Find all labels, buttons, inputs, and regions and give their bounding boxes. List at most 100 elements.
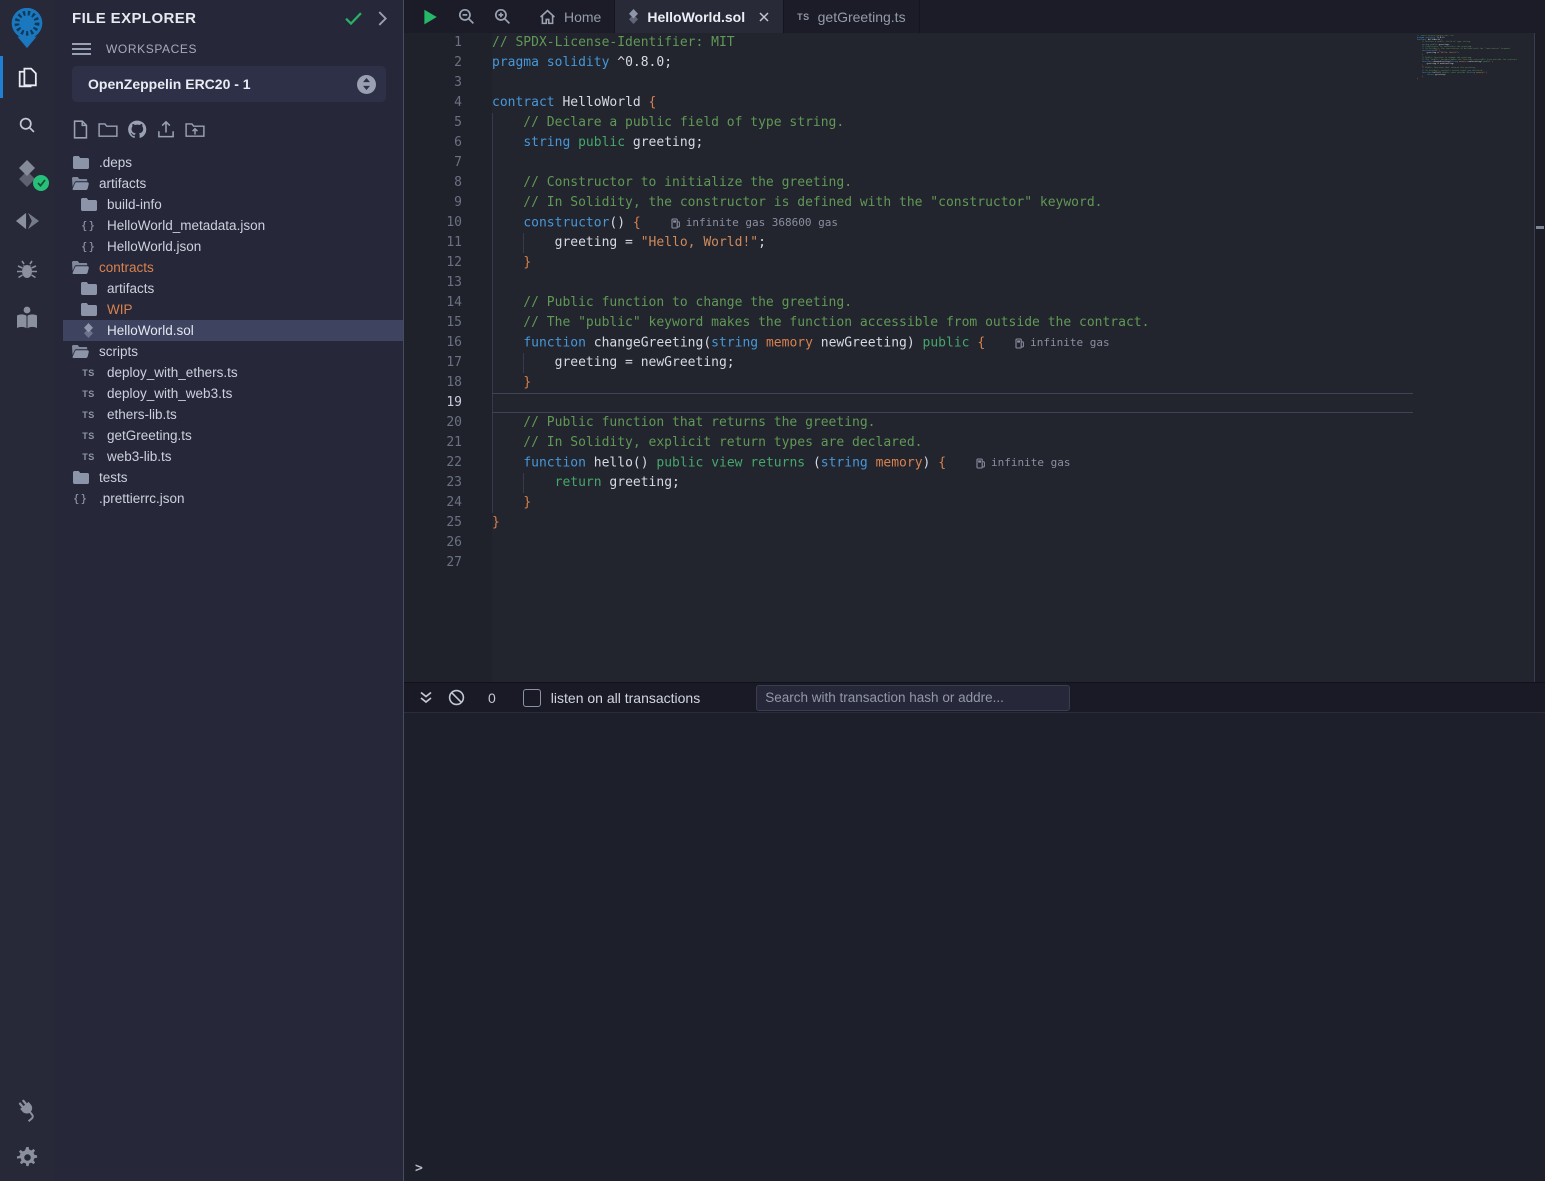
terminal-search-input[interactable] (756, 685, 1070, 711)
line-number: 27 (404, 553, 492, 573)
tree-item-label: HelloWorld.json (107, 239, 201, 254)
clear-console-icon[interactable] (448, 689, 465, 706)
tree-item-label: .prettierrc.json (99, 491, 185, 506)
line-number: 3 (404, 73, 492, 93)
tab-strip: Home HelloWorld.sol TSgetGreeting.ts (526, 0, 920, 33)
learneth-icon[interactable] (0, 293, 54, 341)
folder-open-icon (72, 177, 89, 190)
workspace-name: OpenZeppelin ERC20 - 1 (88, 76, 357, 92)
code-line: return greeting; (492, 473, 1412, 493)
code-line: // Public function to change the greetin… (492, 293, 1412, 313)
tree-folder[interactable]: WIP (63, 299, 403, 320)
folder-icon (72, 156, 89, 169)
tab-label: HelloWorld.sol (647, 9, 745, 25)
tree-file[interactable]: {}HelloWorld_metadata.json (63, 215, 403, 236)
tree-folder[interactable]: tests (63, 467, 403, 488)
tree-file[interactable]: {}.prettierrc.json (63, 488, 403, 509)
expand-terminal-icon[interactable] (419, 691, 433, 704)
zoom-in-icon[interactable] (494, 8, 511, 25)
code-line: // Constructor to initialize the greetin… (492, 173, 1412, 193)
gas-estimate-badge: infinite gas 368600 gas (671, 213, 838, 233)
code-line: // SPDX-License-Identifier: MIT (492, 33, 1412, 53)
home-icon (539, 9, 556, 25)
code-line: } (492, 513, 1412, 533)
deploy-run-icon[interactable] (0, 197, 54, 245)
tree-folder[interactable]: contracts (63, 257, 403, 278)
code-line: // Declare a public field of type string… (492, 113, 1412, 133)
workspace-select[interactable]: OpenZeppelin ERC20 - 1 (72, 66, 386, 102)
terminal-bar: 0 listen on all transactions (404, 682, 1545, 712)
github-icon[interactable] (127, 120, 147, 139)
activity-bar (0, 0, 54, 1181)
tree-file[interactable]: {}HelloWorld.json (63, 236, 403, 257)
tree-item-label: .deps (99, 155, 132, 170)
tree-item-label: deploy_with_ethers.ts (107, 365, 238, 380)
chevron-right-icon[interactable] (378, 11, 387, 26)
tree-file[interactable]: TS getGreeting.ts (63, 425, 403, 446)
remix-ide-window: FILE EXPLORER WORKSPACES OpenZeppelin ER… (0, 0, 1545, 1181)
run-icon[interactable] (421, 8, 439, 26)
zoom-out-icon[interactable] (458, 8, 475, 25)
listen-transactions-checkbox[interactable] (523, 689, 541, 707)
line-number: 8 (404, 173, 492, 193)
line-number: 24 (404, 493, 492, 513)
tree-folder[interactable]: artifacts (63, 173, 403, 194)
tab-helloworld-sol[interactable]: HelloWorld.sol (615, 0, 784, 33)
line-number: 6 (404, 133, 492, 153)
line-number: 16 (404, 333, 492, 353)
tree-item-label: HelloWorld_metadata.json (107, 218, 265, 233)
remix-logo-icon[interactable] (4, 3, 50, 51)
code-line (492, 533, 1412, 553)
tree-file[interactable]: TSdeploy_with_web3.ts (63, 383, 403, 404)
hamburger-menu-icon[interactable] (72, 42, 91, 56)
line-number: 22 (404, 453, 492, 473)
tree-item-label: contracts (99, 260, 154, 275)
tree-file[interactable]: TSweb3-lib.ts (63, 446, 403, 467)
debugger-icon[interactable] (0, 245, 54, 293)
plugin-manager-icon[interactable] (0, 1085, 54, 1133)
search-icon[interactable] (0, 101, 54, 149)
tree-folder[interactable]: scripts (63, 341, 403, 362)
tree-folder[interactable]: build-info (63, 194, 403, 215)
tree-item-label: getGreeting.ts (107, 428, 192, 443)
settings-icon[interactable] (0, 1133, 54, 1181)
line-number-gutter: 1234567891011121314151617181920212223242… (404, 33, 492, 682)
code-content[interactable]: // SPDX-License-Identifier: MITpragma so… (492, 33, 1412, 682)
tree-file[interactable]: HelloWorld.sol (63, 320, 403, 341)
code-line: constructor() {infinite gas 368600 gas (492, 213, 1412, 233)
editor-scrollbar[interactable] (1534, 33, 1545, 682)
ts-icon: TS (80, 410, 97, 420)
line-number: 15 (404, 313, 492, 333)
scrollbar-thumb[interactable] (1536, 226, 1544, 229)
code-editor[interactable]: 1234567891011121314151617181920212223242… (404, 33, 1545, 682)
code-line: // The "public" keyword makes the functi… (492, 313, 1412, 333)
close-icon[interactable] (758, 11, 770, 23)
ts-icon: TS (80, 431, 97, 441)
terminal-output[interactable]: > (404, 712, 1545, 1181)
transaction-count: 0 (488, 690, 496, 706)
minimap[interactable]: // SPDX-License-Identifier: MITpragma so… (1417, 35, 1519, 80)
new-file-icon[interactable] (72, 120, 89, 139)
line-number: 11 (404, 233, 492, 253)
upload-folder-icon[interactable] (185, 121, 205, 138)
new-folder-icon[interactable] (98, 121, 118, 138)
tree-folder[interactable]: artifacts (63, 278, 403, 299)
tree-folder[interactable]: .deps (63, 152, 403, 173)
tree-file[interactable]: TSdeploy_with_ethers.ts (63, 362, 403, 383)
solidity-compiler-icon[interactable] (0, 149, 54, 197)
code-line (492, 73, 1412, 93)
tab-getgreeting-ts[interactable]: TSgetGreeting.ts (784, 0, 919, 33)
workspace-switch-icon[interactable] (357, 75, 376, 94)
workspaces-label: WORKSPACES (106, 42, 197, 56)
code-line (492, 153, 1412, 173)
line-number: 14 (404, 293, 492, 313)
check-icon[interactable] (345, 12, 362, 25)
upload-file-icon[interactable] (156, 120, 176, 139)
file-explorer-icon[interactable] (0, 53, 54, 101)
code-line: function changeGreeting(string memory ne… (492, 333, 1412, 353)
tree-file[interactable]: TSethers-lib.ts (63, 404, 403, 425)
file-explorer-panel: FILE EXPLORER WORKSPACES OpenZeppelin ER… (54, 0, 404, 1181)
tab-home[interactable]: Home (526, 0, 615, 33)
line-number: 25 (404, 513, 492, 533)
line-number: 13 (404, 273, 492, 293)
